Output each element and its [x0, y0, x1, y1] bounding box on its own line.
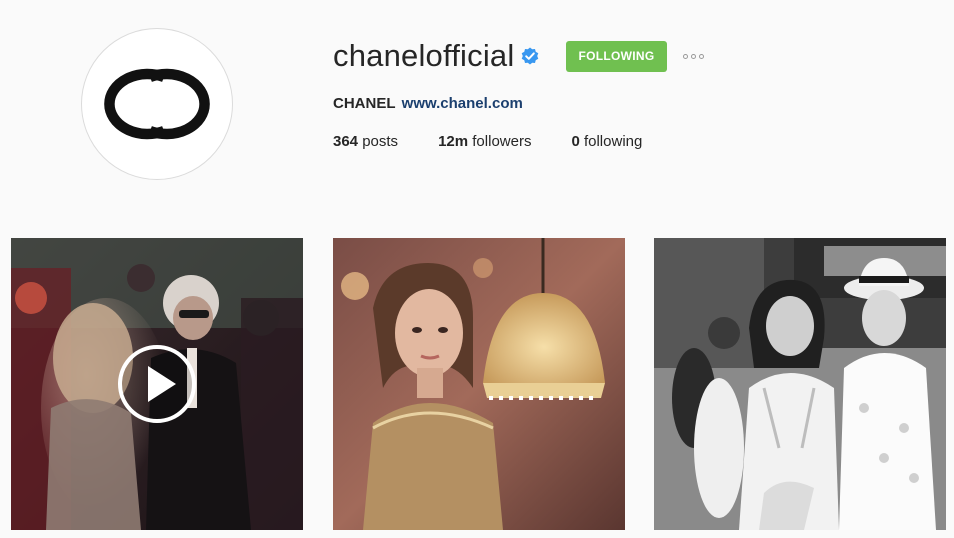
post-thumbnail-photo[interactable]	[654, 238, 946, 530]
profile-bio: CHANEL www.chanel.com	[333, 94, 523, 114]
followers-label: followers	[472, 133, 532, 150]
following-button[interactable]: FOLLOWING	[566, 40, 667, 72]
profile-full-name: CHANEL	[333, 95, 396, 112]
more-dot-icon	[690, 53, 696, 59]
following-stat[interactable]: 0 following	[571, 132, 642, 152]
post-image-models-street	[654, 238, 946, 530]
more-dot-icon	[698, 53, 704, 59]
profile-website-link[interactable]: www.chanel.com	[402, 95, 523, 112]
chanel-logo-icon	[104, 68, 210, 140]
profile-header-row: chanelofficial FOLLOWING	[333, 36, 704, 76]
posts-count: 364	[333, 133, 359, 150]
play-icon	[118, 345, 196, 423]
post-thumbnail-video[interactable]	[11, 238, 303, 530]
profile-username: chanelofficial	[333, 38, 515, 73]
following-count: 0	[571, 133, 580, 150]
posts-label: posts	[362, 133, 399, 150]
posts-stat: 364 posts	[333, 132, 398, 152]
more-dot-icon	[682, 53, 688, 59]
followers-stat[interactable]: 12m followers	[438, 132, 531, 152]
following-label: following	[583, 133, 643, 150]
post-thumbnail-photo[interactable]	[333, 238, 625, 530]
profile-stats: 364 posts 12m followers 0 following	[333, 132, 682, 152]
profile-avatar[interactable]	[81, 28, 233, 180]
followers-count: 12m	[438, 133, 469, 150]
more-options-button[interactable]	[682, 46, 704, 66]
verified-badge-icon	[522, 47, 539, 65]
post-image-portrait-lamp	[333, 238, 625, 530]
